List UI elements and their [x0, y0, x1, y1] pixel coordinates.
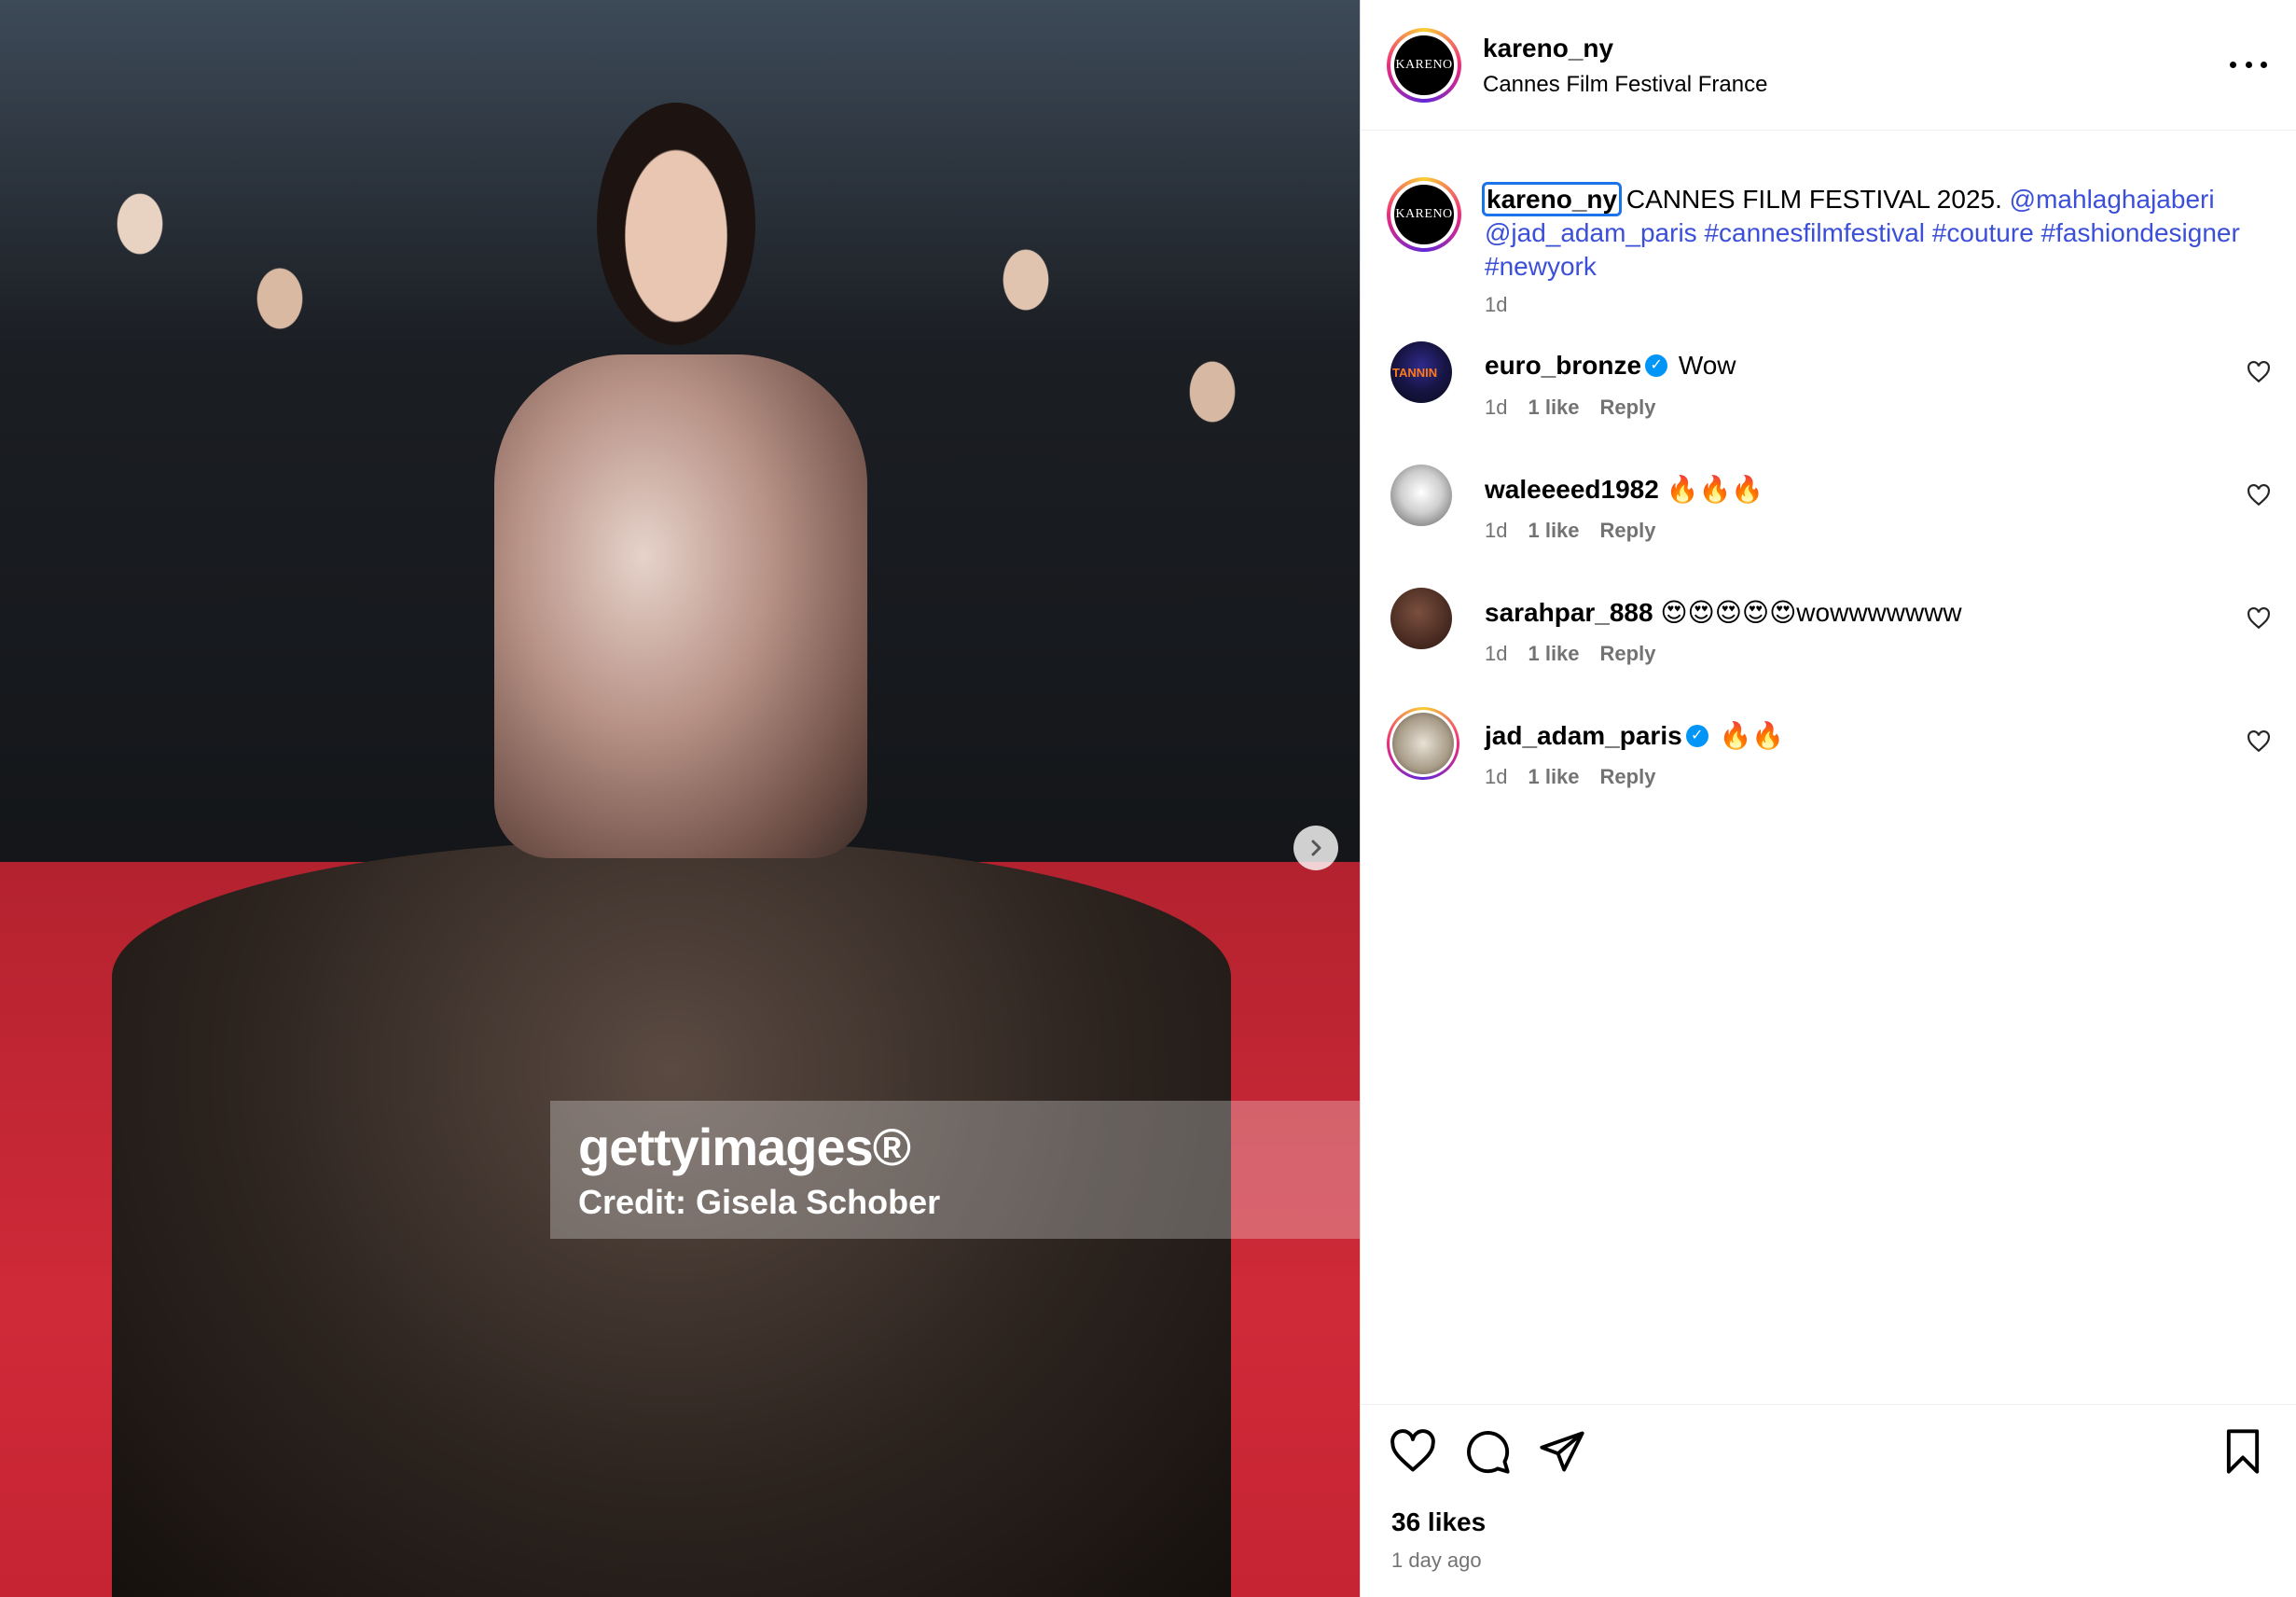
- comment-item: jad_adam_paris ✓ 🔥🔥 1d 1 like Reply: [1361, 698, 2296, 819]
- getty-watermark: gettyimages® Credit: Gisela Schober: [550, 1101, 1360, 1239]
- hashtag-link[interactable]: #cannesfilmfestival: [1704, 218, 1925, 247]
- comment-meta: 1d 1 like Reply: [1485, 519, 1676, 543]
- likes-count[interactable]: 36 likes: [1391, 1507, 1486, 1537]
- comment-time: 1d: [1485, 765, 1508, 788]
- comment-item: waleeeed1982 🔥🔥🔥 1d 1 like Reply: [1361, 451, 2296, 573]
- post-time: 1 day ago: [1391, 1548, 1482, 1572]
- caption-author-avatar[interactable]: KARENO: [1387, 177, 1461, 252]
- post-header: KARENO kareno_ny Cannes Film Festival Fr…: [1361, 0, 2296, 131]
- comment-username[interactable]: sarahpar_888: [1485, 598, 1653, 627]
- reply-button[interactable]: Reply: [1600, 519, 1656, 542]
- heart-icon[interactable]: [2247, 606, 2271, 631]
- more-options-icon[interactable]: [2230, 50, 2267, 78]
- caption-username[interactable]: kareno_ny: [1481, 182, 1623, 216]
- next-arrow-icon: [1311, 840, 1321, 856]
- comment-meta: 1d 1 like Reply: [1485, 396, 1676, 420]
- verified-icon: ✓: [1645, 354, 1668, 377]
- post-media[interactable]: gettyimages® Credit: Gisela Schober: [0, 0, 1360, 1597]
- gown-bodice: [494, 354, 867, 858]
- comment-text: 🔥🔥🔥: [1666, 475, 1764, 504]
- avatar-logo: KARENO: [1394, 35, 1454, 95]
- comment-line: euro_bronze ✓ Wow: [1485, 351, 1736, 381]
- mention-link[interactable]: @mahlaghajaberi: [2010, 185, 2215, 214]
- comments-section[interactable]: KARENO kareno_ny CANNES FILM FESTIVAL 20…: [1361, 131, 2296, 1404]
- comment-likes[interactable]: 1 like: [1528, 765, 1579, 788]
- hashtag-link[interactable]: #newyork: [1485, 252, 1597, 281]
- model-head: [597, 103, 755, 345]
- comment-time: 1d: [1485, 519, 1508, 542]
- caption-body: CANNES FILM FESTIVAL 2025.: [1625, 185, 2002, 214]
- next-media-button[interactable]: [1293, 826, 1338, 870]
- comment-line: waleeeed1982 🔥🔥🔥: [1485, 474, 1763, 505]
- commenter-avatar[interactable]: [1387, 707, 1459, 780]
- commenter-avatar[interactable]: [1390, 588, 1452, 649]
- caption-text: kareno_ny CANNES FILM FESTIVAL 2025. @ma…: [1481, 182, 2249, 284]
- heart-icon[interactable]: [2247, 360, 2271, 384]
- comment-time: 1d: [1485, 396, 1508, 419]
- comment-icon[interactable]: [1463, 1427, 1512, 1476]
- comment-item: euro_bronze✓ Wow 1d 1 like Reply: [1361, 328, 2296, 450]
- comment-likes[interactable]: 1 like: [1528, 396, 1579, 419]
- share-icon[interactable]: [1538, 1427, 1586, 1476]
- comment-meta: 1d 1 like Reply: [1485, 765, 1676, 789]
- post-location[interactable]: Cannes Film Festival France: [1483, 72, 1767, 98]
- comment-username[interactable]: waleeeed1982: [1485, 475, 1659, 504]
- comment-line: jad_adam_paris ✓ 🔥🔥: [1485, 720, 1784, 751]
- comment-likes[interactable]: 1 like: [1528, 519, 1579, 542]
- hashtag-link[interactable]: #fashiondesigner: [2041, 218, 2240, 247]
- reply-button[interactable]: Reply: [1600, 396, 1656, 419]
- avatar-logo: KARENO: [1394, 185, 1454, 244]
- comment-username[interactable]: jad_adam_paris: [1485, 721, 1682, 750]
- mention-link[interactable]: @jad_adam_paris: [1485, 218, 1697, 247]
- commenter-avatar[interactable]: [1390, 341, 1452, 403]
- comment-username[interactable]: euro_bronze: [1485, 351, 1641, 380]
- post-actions: 36 likes 1 day ago: [1361, 1404, 2296, 1597]
- hashtag-link[interactable]: #couture: [1932, 218, 2034, 247]
- comment-meta: 1d 1 like Reply: [1485, 642, 1676, 666]
- heart-icon[interactable]: [2247, 729, 2271, 754]
- commenter-avatar[interactable]: [1390, 465, 1452, 526]
- comment-likes[interactable]: 1 like: [1528, 642, 1579, 665]
- caption-time: 1d: [1485, 293, 1508, 316]
- comment-line: sarahpar_888 😍😍😍😍😍wowwwwwww: [1485, 597, 1962, 628]
- verified-icon: ✓: [1685, 724, 1708, 747]
- author-username[interactable]: kareno_ny: [1483, 34, 1613, 63]
- reply-button[interactable]: Reply: [1600, 765, 1656, 788]
- comment-text: 🔥🔥: [1719, 721, 1785, 750]
- heart-icon[interactable]: [1389, 1427, 1437, 1476]
- comment-time: 1d: [1485, 642, 1508, 665]
- post-side-panel: KARENO kareno_ny Cannes Film Festival Fr…: [1360, 0, 2296, 1597]
- comment-item: sarahpar_888 😍😍😍😍😍wowwwwwww 1d 1 like Repl…: [1361, 575, 2296, 696]
- watermark-credit: Credit: Gisela Schober: [578, 1183, 941, 1221]
- comment-text: 😍😍😍😍😍wowwwwwww: [1660, 598, 1962, 627]
- author-avatar[interactable]: KARENO: [1387, 28, 1461, 103]
- bookmark-icon[interactable]: [2219, 1427, 2267, 1476]
- heart-icon[interactable]: [2247, 483, 2271, 507]
- watermark-brand: gettyimages®: [578, 1118, 911, 1176]
- reply-button[interactable]: Reply: [1600, 642, 1656, 665]
- comment-text: Wow: [1678, 351, 1736, 380]
